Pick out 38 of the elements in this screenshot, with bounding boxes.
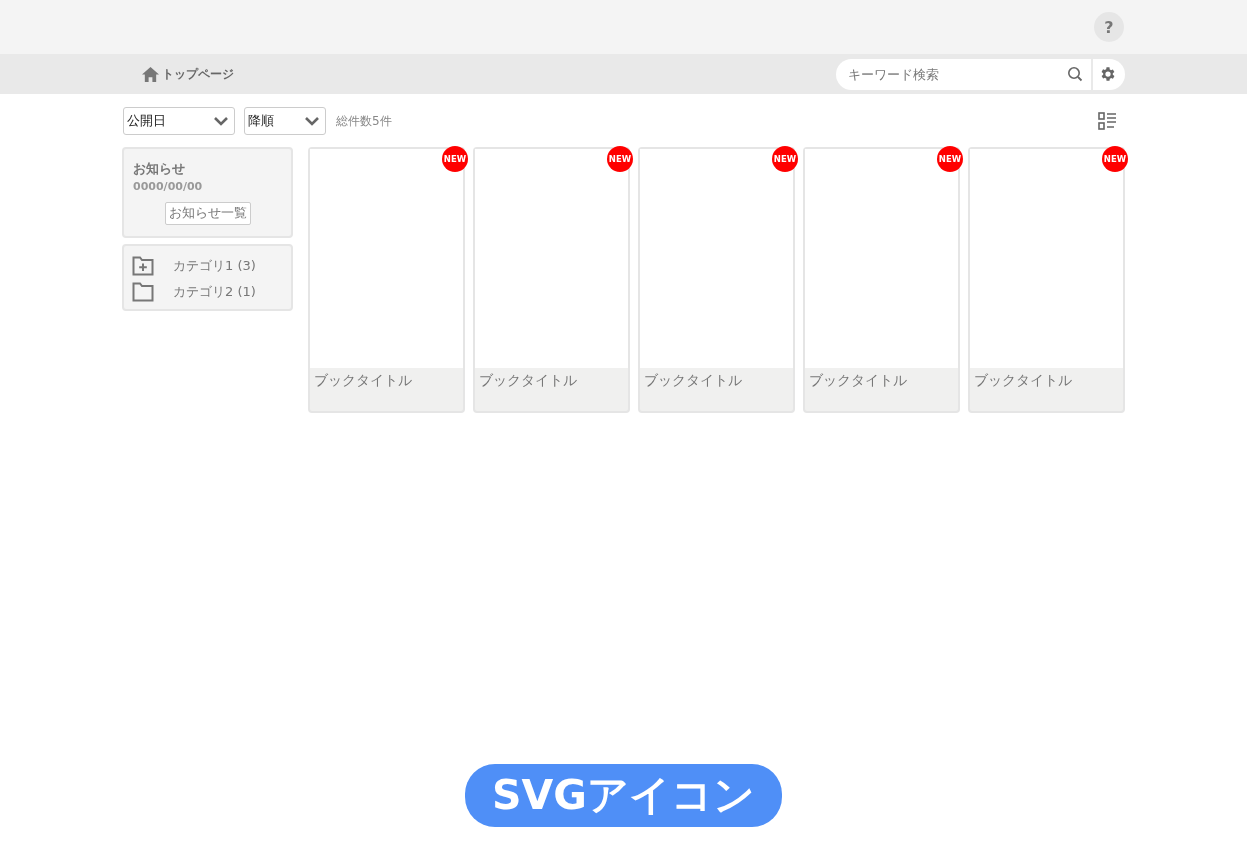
home-link[interactable]: トップページ (141, 65, 234, 83)
list-view-button[interactable] (1098, 112, 1117, 130)
book-title: ブックタイトル (808, 371, 908, 390)
new-badge: NEW (442, 146, 468, 172)
book-card[interactable]: ブックタイトル NEW (968, 147, 1125, 413)
list-view-icon (1098, 112, 1117, 130)
new-badge: NEW (1102, 146, 1128, 172)
book-card[interactable]: ブックタイトル NEW (308, 147, 465, 413)
settings-icon (1099, 65, 1117, 83)
book-card[interactable]: ブックタイトル NEW (638, 147, 795, 413)
book-title: ブックタイトル (973, 371, 1073, 390)
category-link[interactable]: カテゴリ2 (1) (173, 283, 256, 301)
total-count: 総件数5件 (336, 112, 392, 130)
chevron-icon (304, 116, 320, 126)
search-field[interactable]: キーワード検索 (836, 58, 1091, 90)
notice-list-button[interactable]: お知らせ一覧 (164, 202, 251, 225)
new-badge: NEW (937, 146, 963, 172)
notice-title: お知らせ (133, 160, 186, 178)
caption-label: SVGアイコン (465, 764, 782, 827)
folder-plus-icon (132, 256, 154, 276)
help-button[interactable]: ? (1094, 12, 1124, 42)
book-title: ブックタイトル (643, 371, 743, 390)
search-icon (1067, 66, 1083, 82)
sort-field-dropdown[interactable]: 公開日 (123, 107, 235, 135)
notice-date: 0000/00/00 (133, 180, 204, 193)
book-title: ブックタイトル (478, 371, 578, 390)
settings-button[interactable] (1093, 58, 1125, 90)
book-title: ブックタイトル (313, 371, 413, 390)
chevron-icon (213, 116, 229, 126)
sort-order-dropdown[interactable]: 降順 (244, 107, 326, 135)
folder-icon (132, 282, 154, 302)
home-icon (141, 65, 160, 83)
category-link[interactable]: カテゴリ1 (3) (173, 257, 256, 275)
new-badge: NEW (607, 146, 633, 172)
book-card[interactable]: ブックタイトル NEW (473, 147, 630, 413)
search-input[interactable]: キーワード検索 (846, 65, 1067, 83)
book-card[interactable]: ブックタイトル NEW (803, 147, 960, 413)
new-badge: NEW (772, 146, 798, 172)
